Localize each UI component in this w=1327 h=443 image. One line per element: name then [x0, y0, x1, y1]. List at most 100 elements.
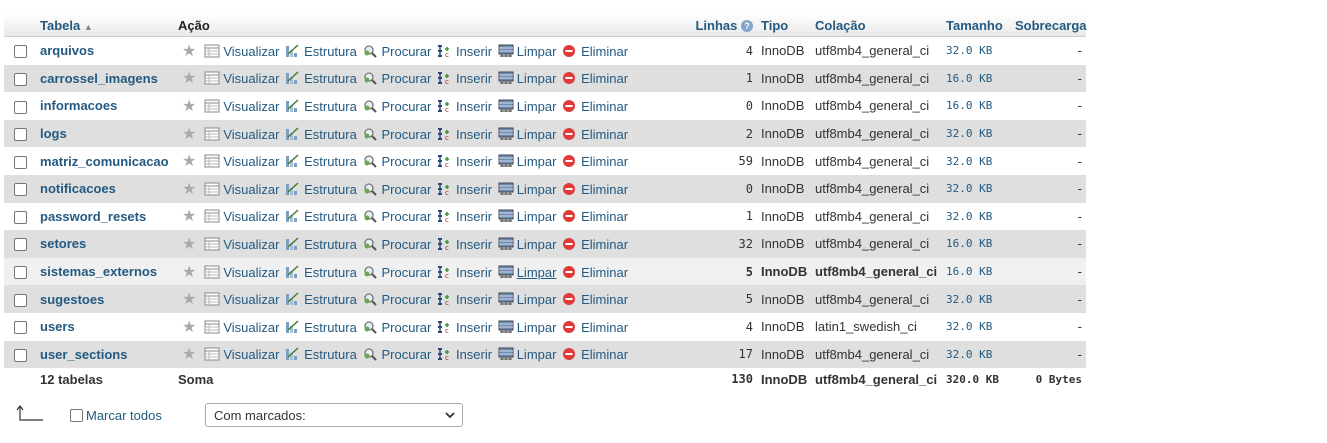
- search-action-link[interactable]: Procurar: [362, 347, 431, 362]
- browse-action-link[interactable]: Visualizar: [204, 71, 279, 86]
- structure-action-link[interactable]: Estrutura: [285, 320, 357, 335]
- drop-action-link[interactable]: Eliminar: [562, 127, 628, 142]
- empty-action-link[interactable]: Limpar: [498, 209, 556, 224]
- help-icon[interactable]: ?: [741, 20, 753, 33]
- browse-action-link[interactable]: Visualizar: [204, 182, 279, 197]
- browse-action-link[interactable]: Visualizar: [204, 99, 279, 114]
- row-checkbox[interactable]: [14, 100, 27, 114]
- type-column-header[interactable]: Tipo: [757, 14, 811, 37]
- table-name-link[interactable]: logs: [40, 126, 67, 141]
- favorite-star-icon[interactable]: ★: [182, 98, 196, 115]
- favorite-star-icon[interactable]: ★: [182, 43, 196, 60]
- table-name-link[interactable]: carrossel_imagens: [40, 71, 158, 86]
- empty-action-link[interactable]: Limpar: [498, 99, 556, 114]
- favorite-star-icon[interactable]: ★: [182, 70, 196, 87]
- size-column-header[interactable]: Tamanho: [942, 14, 1011, 37]
- insert-action-link[interactable]: c Inserir: [437, 71, 492, 86]
- structure-action-link[interactable]: Estrutura: [285, 154, 357, 169]
- search-action-link[interactable]: Procurar: [362, 320, 431, 335]
- insert-action-link[interactable]: c Inserir: [437, 154, 492, 169]
- search-action-link[interactable]: Procurar: [362, 209, 431, 224]
- empty-action-link[interactable]: Limpar: [498, 182, 556, 197]
- structure-action-link[interactable]: Estrutura: [285, 237, 357, 252]
- insert-action-link[interactable]: c Inserir: [437, 99, 492, 114]
- table-size[interactable]: 32.0 KB: [942, 312, 1011, 341]
- search-action-link[interactable]: Procurar: [362, 154, 431, 169]
- row-checkbox[interactable]: [14, 266, 27, 280]
- drop-action-link[interactable]: Eliminar: [562, 71, 628, 86]
- search-action-link[interactable]: Procurar: [362, 71, 431, 86]
- row-checkbox[interactable]: [14, 72, 27, 86]
- browse-action-link[interactable]: Visualizar: [204, 265, 279, 280]
- table-size[interactable]: 32.0 KB: [942, 36, 1011, 65]
- table-name-link[interactable]: users: [40, 319, 75, 334]
- table-size[interactable]: 32.0 KB: [942, 340, 1011, 369]
- table-size[interactable]: 16.0 KB: [942, 92, 1011, 120]
- table-name-link[interactable]: user_sections: [40, 347, 127, 362]
- overhead-column-header[interactable]: Sobrecarga: [1011, 14, 1087, 37]
- empty-action-link[interactable]: Limpar: [498, 237, 556, 252]
- insert-action-link[interactable]: c Inserir: [437, 237, 492, 252]
- table-size[interactable]: 16.0 KB: [942, 230, 1011, 258]
- structure-action-link[interactable]: Estrutura: [285, 127, 357, 142]
- row-checkbox[interactable]: [14, 210, 27, 224]
- favorite-star-icon[interactable]: ★: [182, 264, 196, 281]
- mark-all-label[interactable]: Marcar todos: [86, 408, 162, 423]
- row-checkbox[interactable]: [14, 348, 27, 362]
- insert-action-link[interactable]: c Inserir: [437, 265, 492, 280]
- favorite-star-icon[interactable]: ★: [182, 236, 196, 253]
- table-size[interactable]: 32.0 KB: [942, 174, 1011, 203]
- search-action-link[interactable]: Procurar: [362, 292, 431, 307]
- drop-action-link[interactable]: Eliminar: [562, 237, 628, 252]
- collation-column-header[interactable]: Colação: [811, 14, 942, 37]
- empty-action-link[interactable]: Limpar: [498, 154, 556, 169]
- drop-action-link[interactable]: Eliminar: [562, 292, 628, 307]
- table-name-link[interactable]: password_resets: [40, 209, 146, 224]
- mark-all-checkbox[interactable]: [70, 409, 83, 422]
- browse-action-link[interactable]: Visualizar: [204, 44, 279, 59]
- structure-action-link[interactable]: Estrutura: [285, 347, 357, 362]
- search-action-link[interactable]: Procurar: [362, 182, 431, 197]
- browse-action-link[interactable]: Visualizar: [204, 292, 279, 307]
- search-action-link[interactable]: Procurar: [362, 44, 431, 59]
- row-checkbox[interactable]: [14, 155, 27, 169]
- search-action-link[interactable]: Procurar: [362, 237, 431, 252]
- structure-action-link[interactable]: Estrutura: [285, 209, 357, 224]
- insert-action-link[interactable]: c Inserir: [437, 209, 492, 224]
- table-name-link[interactable]: setores: [40, 236, 86, 251]
- empty-action-link[interactable]: Limpar: [498, 127, 556, 142]
- table-column-header[interactable]: Tabela ▲: [36, 14, 174, 37]
- row-checkbox[interactable]: [14, 293, 27, 307]
- insert-action-link[interactable]: c Inserir: [437, 320, 492, 335]
- table-size[interactable]: 32.0 KB: [942, 119, 1011, 148]
- browse-action-link[interactable]: Visualizar: [204, 237, 279, 252]
- browse-action-link[interactable]: Visualizar: [204, 209, 279, 224]
- favorite-star-icon[interactable]: ★: [182, 181, 196, 198]
- empty-action-link[interactable]: Limpar: [498, 71, 556, 86]
- structure-action-link[interactable]: Estrutura: [285, 99, 357, 114]
- favorite-star-icon[interactable]: ★: [182, 319, 196, 336]
- rows-column-header[interactable]: Linhas ?: [679, 14, 757, 37]
- browse-action-link[interactable]: Visualizar: [204, 320, 279, 335]
- with-selected-dropdown[interactable]: Com marcados:: [205, 403, 463, 427]
- empty-action-link[interactable]: Limpar: [498, 292, 556, 307]
- row-checkbox[interactable]: [14, 321, 27, 335]
- browse-action-link[interactable]: Visualizar: [204, 347, 279, 362]
- drop-action-link[interactable]: Eliminar: [562, 209, 628, 224]
- table-name-link[interactable]: sistemas_externos: [40, 264, 157, 279]
- table-size[interactable]: 16.0 KB: [942, 257, 1011, 286]
- browse-action-link[interactable]: Visualizar: [204, 154, 279, 169]
- row-checkbox[interactable]: [14, 238, 27, 252]
- favorite-star-icon[interactable]: ★: [182, 208, 196, 225]
- favorite-star-icon[interactable]: ★: [182, 126, 196, 143]
- empty-action-link[interactable]: Limpar: [498, 265, 556, 280]
- table-size[interactable]: 32.0 KB: [942, 202, 1011, 231]
- drop-action-link[interactable]: Eliminar: [562, 320, 628, 335]
- table-name-link[interactable]: sugestoes: [40, 292, 104, 307]
- drop-action-link[interactable]: Eliminar: [562, 182, 628, 197]
- empty-action-link[interactable]: Limpar: [498, 320, 556, 335]
- search-action-link[interactable]: Procurar: [362, 265, 431, 280]
- row-checkbox[interactable]: [14, 45, 27, 59]
- drop-action-link[interactable]: Eliminar: [562, 154, 628, 169]
- drop-action-link[interactable]: Eliminar: [562, 347, 628, 362]
